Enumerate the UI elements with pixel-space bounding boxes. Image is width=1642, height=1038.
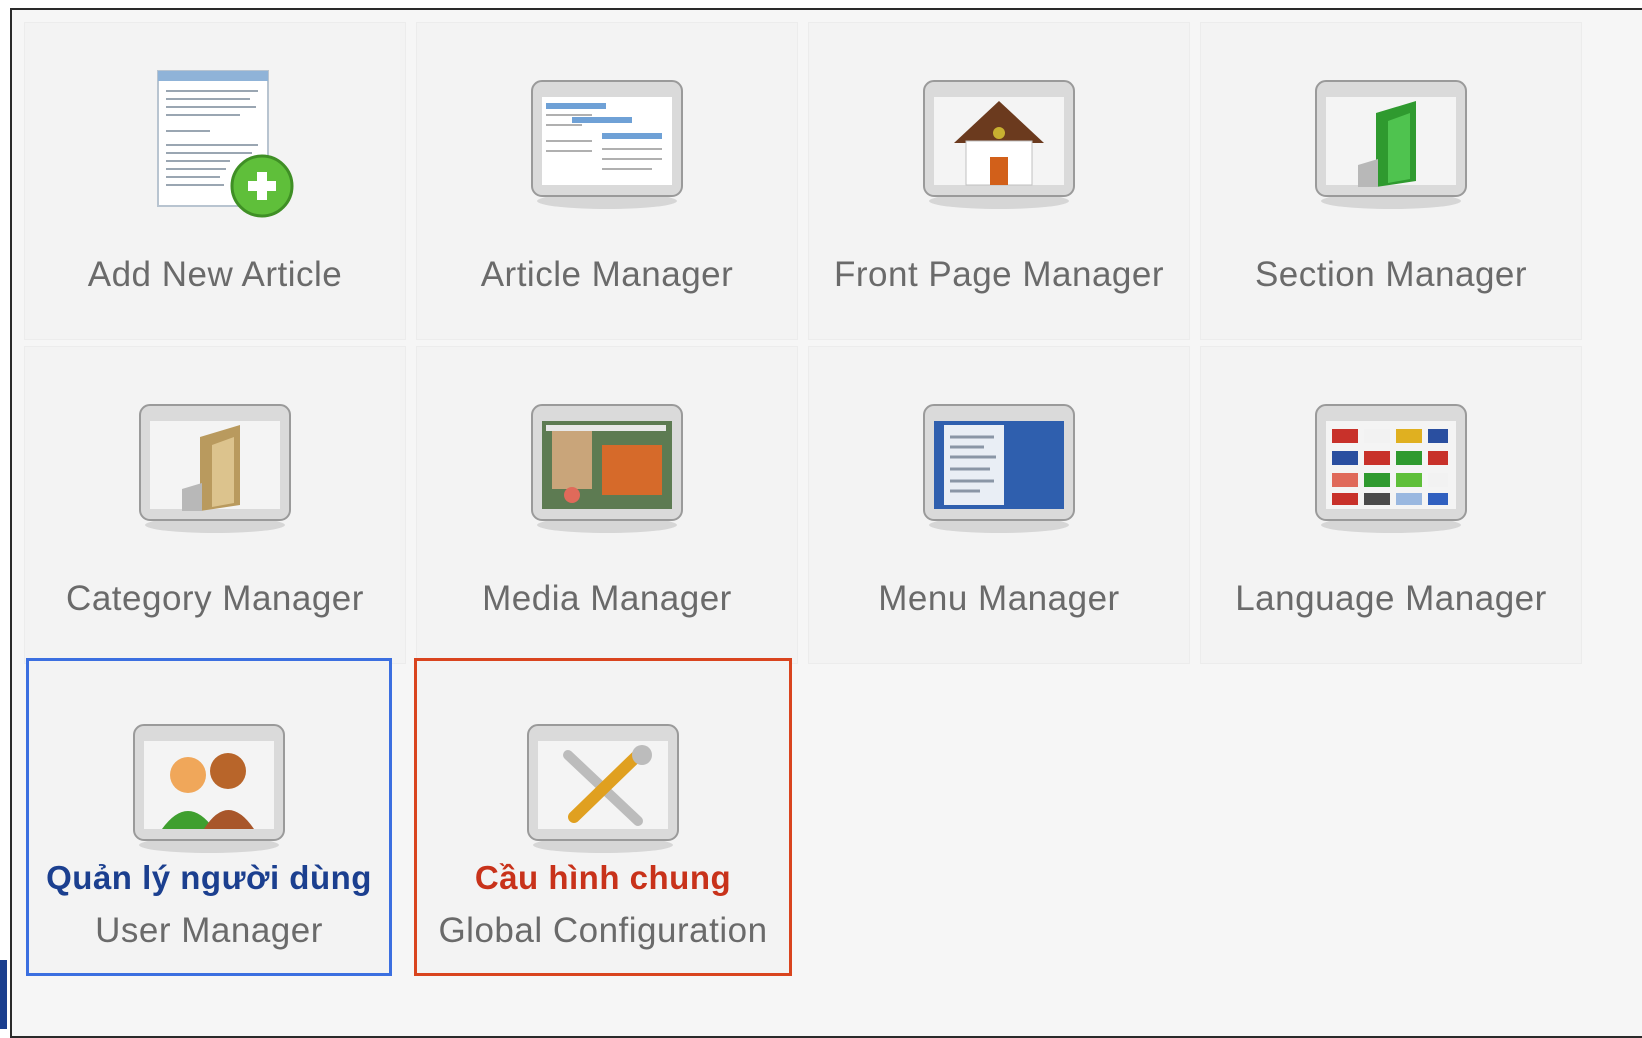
tan-folder-icon	[130, 385, 300, 545]
house-icon	[914, 61, 1084, 221]
users-icon	[124, 705, 294, 865]
green-folder-icon	[1306, 61, 1476, 221]
tile-category-manager[interactable]: Category Manager	[24, 346, 406, 664]
tile-label: Menu Manager	[878, 579, 1120, 618]
media-icon	[522, 385, 692, 545]
left-accent-bar	[0, 960, 7, 1029]
tile-user-manager[interactable]: Quản lý người dùng User Manager	[26, 658, 392, 976]
tile-label: User Manager	[95, 911, 323, 950]
tile-label: Add New Article	[87, 255, 343, 294]
tile-label: Language Manager	[1235, 579, 1547, 618]
tile-media-manager[interactable]: Media Manager	[416, 346, 798, 664]
tools-icon	[518, 705, 688, 865]
tile-add-new-article[interactable]: Add New Article	[24, 22, 406, 340]
tile-section-manager[interactable]: Section Manager	[1200, 22, 1582, 340]
tile-label: Front Page Manager	[833, 255, 1164, 294]
add-article-icon	[130, 61, 300, 221]
tile-vn-label: Cầu hình chung	[474, 859, 732, 896]
control-panel: Add New Article Article Manager Front Pa…	[10, 8, 1642, 1038]
tile-language-manager[interactable]: Language Manager	[1200, 346, 1582, 664]
tile-label: Category Manager	[66, 579, 364, 618]
tile-label: Article Manager	[480, 255, 734, 294]
flags-icon	[1306, 385, 1476, 545]
tile-menu-manager[interactable]: Menu Manager	[808, 346, 1190, 664]
tile-global-configuration[interactable]: Cầu hình chung Global Configuration	[414, 658, 792, 976]
tile-label: Media Manager	[482, 579, 732, 618]
tile-front-page-manager[interactable]: Front Page Manager	[808, 22, 1190, 340]
menu-icon	[914, 385, 1084, 545]
tile-label: Section Manager	[1254, 255, 1528, 294]
article-manager-icon	[522, 61, 692, 221]
tile-article-manager[interactable]: Article Manager	[416, 22, 798, 340]
tile-vn-label: Quản lý người dùng	[46, 859, 372, 896]
tile-label: Global Configuration	[438, 911, 768, 950]
